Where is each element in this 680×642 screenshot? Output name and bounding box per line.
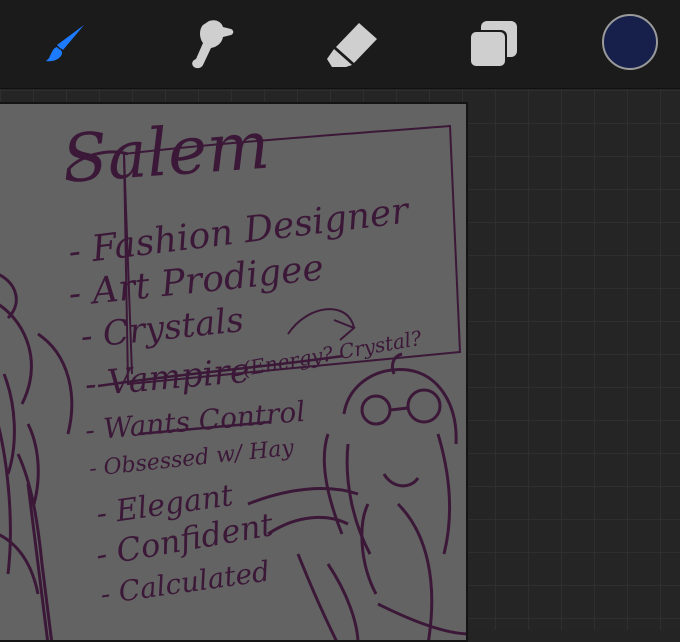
top-toolbar bbox=[0, 0, 680, 89]
color-picker-swatch[interactable] bbox=[602, 14, 658, 70]
brush-tool-button[interactable] bbox=[36, 14, 96, 74]
layers-tool-button[interactable] bbox=[462, 14, 522, 74]
layers-icon bbox=[469, 21, 517, 68]
brush-icon bbox=[46, 25, 84, 62]
eraser-icon bbox=[327, 23, 377, 67]
left-character-sketch bbox=[0, 273, 74, 640]
smudge-icon bbox=[192, 20, 234, 69]
eraser-tool-button[interactable] bbox=[322, 14, 382, 74]
note-energy-crystal: (Energy? Crystal? bbox=[241, 326, 424, 381]
drawing-canvas[interactable]: Salem - Fashion Designer - Art Prodigee … bbox=[0, 102, 468, 642]
smudge-tool-button[interactable] bbox=[182, 14, 242, 74]
sketch-layer: Salem - Fashion Designer - Art Prodigee … bbox=[0, 107, 466, 640]
sketch-title: Salem bbox=[60, 107, 272, 198]
